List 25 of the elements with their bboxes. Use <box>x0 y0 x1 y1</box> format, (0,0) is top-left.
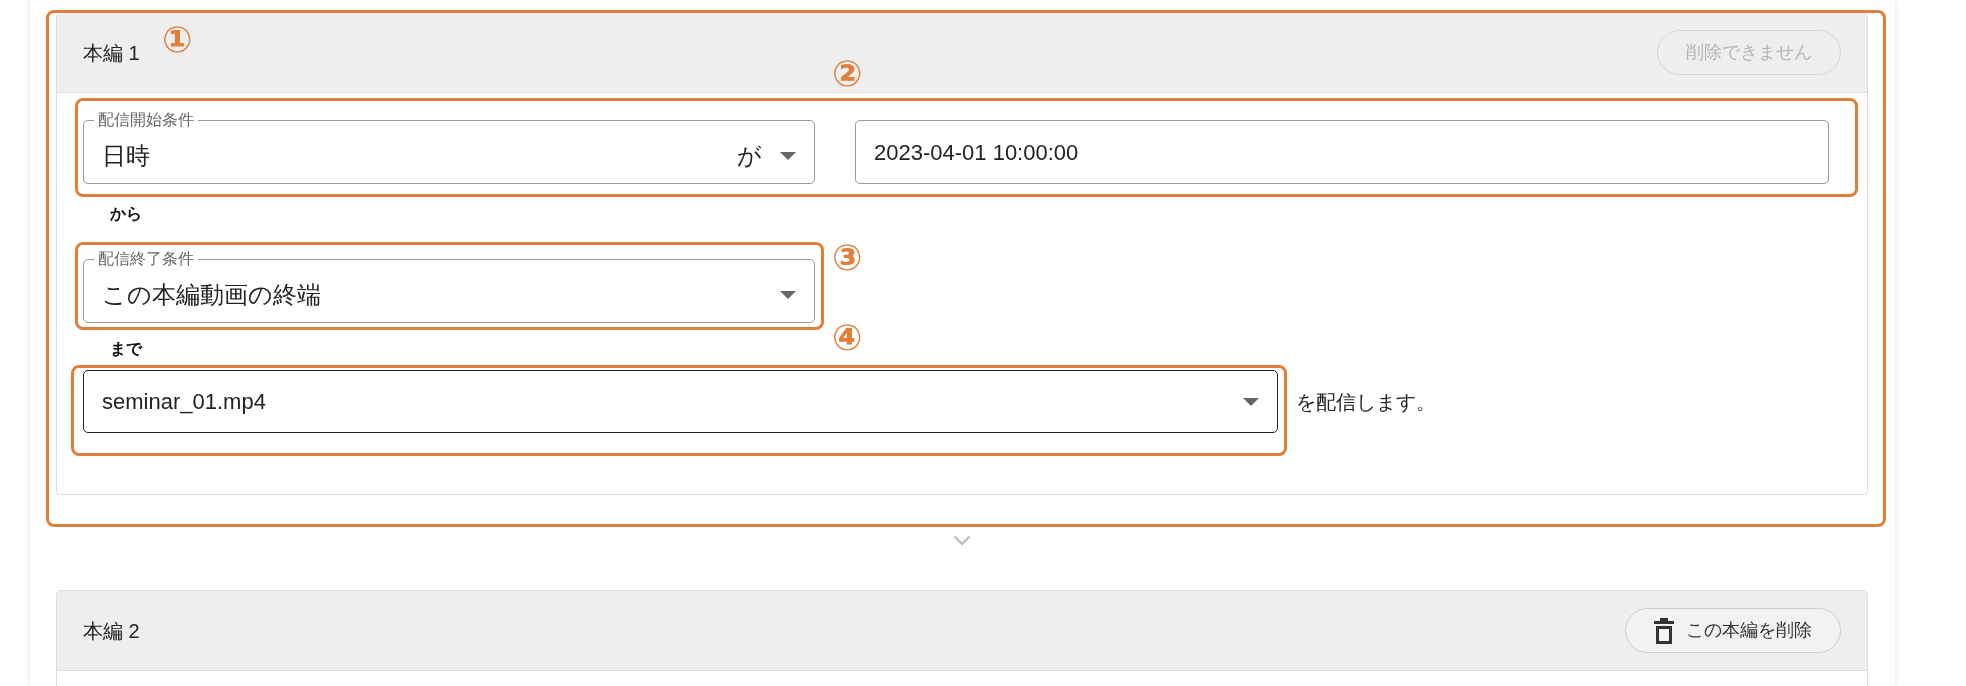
field-value: 日時 <box>102 140 151 171</box>
connector-text: まで <box>110 339 142 359</box>
trailing-text: を配信します。 <box>1296 389 1436 415</box>
caret-icon <box>780 290 796 299</box>
connector-text: から <box>110 204 142 224</box>
video-select[interactable]: seminar_01.mp4 <box>83 370 1278 434</box>
section-title: 本編 1 <box>83 40 140 66</box>
datetime-field[interactable]: 2023-04-01 10:00:00 <box>855 120 1829 184</box>
field-value: seminar_01.mp4 <box>102 388 267 417</box>
caret-icon <box>1243 397 1259 406</box>
delete-button[interactable]: この本編を削除 <box>1625 608 1841 654</box>
chevron-down-icon[interactable] <box>953 535 971 547</box>
annotation-number: ① <box>162 22 193 58</box>
caret-icon <box>780 151 796 160</box>
field-label: 配信開始条件 <box>97 112 195 128</box>
trash-icon <box>1654 617 1674 644</box>
annotation-number: ④ <box>832 320 863 356</box>
annotation-number: ② <box>832 56 863 92</box>
field-value: この本編動画の終端 <box>102 280 322 311</box>
field-label: 配信終了条件 <box>97 251 195 268</box>
field-suffix: が <box>737 140 762 171</box>
select-field[interactable]: 配信開始条件 日時 が <box>83 112 815 184</box>
select-field[interactable]: 配信終了条件 この本編動画の終端 <box>83 251 815 324</box>
annotation-number: ③ <box>832 240 863 276</box>
section-title: 本編 2 <box>83 618 140 644</box>
